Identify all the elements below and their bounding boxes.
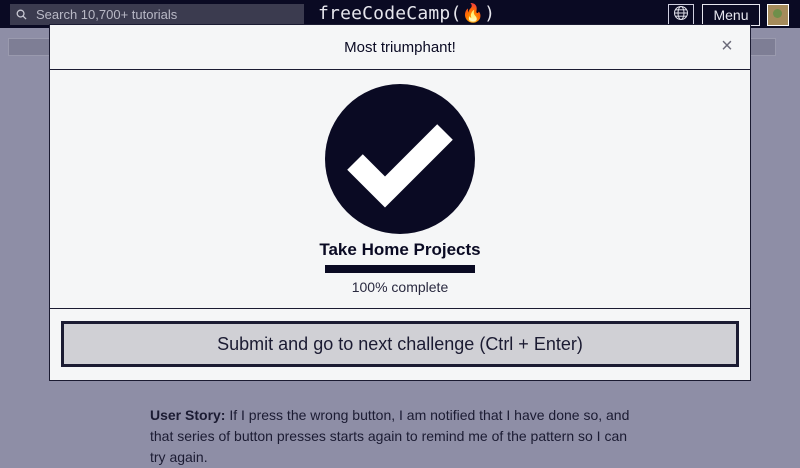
modal-body: Take Home Projects 100% complete [50, 70, 750, 309]
close-icon[interactable]: × [718, 36, 736, 56]
modal-title: Most triumphant! [344, 38, 456, 56]
modal-footer: Submit and go to next challenge (Ctrl + … [50, 309, 750, 381]
block-title: Take Home Projects [319, 240, 481, 259]
checkmark-icon [325, 84, 475, 234]
progress-text: 100% complete [351, 279, 449, 295]
completion-modal: Most triumphant! × Take Home Projects 10… [49, 24, 751, 381]
search-icon [10, 9, 32, 20]
modal-header: Most triumphant! × [50, 25, 750, 70]
progress-bar [325, 265, 475, 273]
user-story-paragraph: User Story: If I press the wrong button,… [150, 405, 630, 468]
brand-logo[interactable]: freeCodeCamp(🔥) [318, 3, 495, 24]
progress-fill [325, 265, 475, 273]
user-story-label: User Story: [150, 407, 226, 423]
globe-icon [673, 5, 689, 26]
search-box[interactable] [10, 4, 304, 25]
search-input[interactable] [32, 7, 300, 22]
avatar[interactable] [767, 4, 789, 26]
language-button[interactable] [668, 4, 694, 26]
submit-next-button[interactable]: Submit and go to next challenge (Ctrl + … [61, 321, 739, 367]
menu-button[interactable]: Menu [702, 4, 760, 26]
